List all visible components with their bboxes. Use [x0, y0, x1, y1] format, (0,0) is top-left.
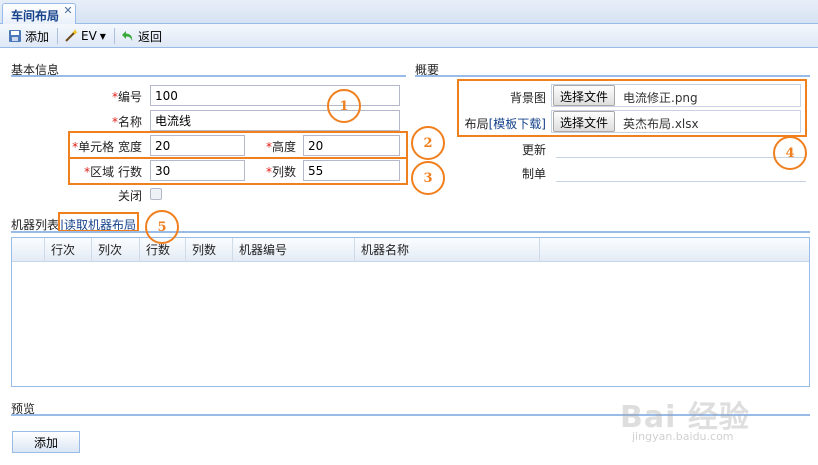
- back-button[interactable]: 返回: [121, 27, 162, 45]
- name-input[interactable]: [150, 110, 400, 131]
- wand-icon: [65, 29, 78, 42]
- tab-strip: 车间布局 ✕: [0, 0, 818, 24]
- tab-label: 车间布局: [11, 9, 60, 23]
- update-label: 更新: [521, 143, 546, 157]
- maker-field: [556, 181, 806, 182]
- grid-header-rownumber: [12, 238, 45, 262]
- grid-header: 行次 列次 行数 列数 机器编号 机器名称: [12, 238, 809, 262]
- annotation-circle-2: 2: [411, 126, 445, 160]
- baidu-watermark-url: jingyan.baidu.com: [632, 430, 734, 443]
- machine-grid: 行次 列次 行数 列数 机器编号 机器名称: [11, 237, 810, 387]
- annotation-box-4: [457, 79, 807, 137]
- grid-header-cell[interactable]: 行次: [45, 238, 92, 262]
- preview-add-button[interactable]: 添加: [12, 431, 80, 453]
- basic-info-divider: [11, 75, 406, 77]
- grid-header-cell[interactable]: 列数: [186, 238, 233, 262]
- back-arrow-icon: [122, 31, 133, 41]
- close-icon[interactable]: ✕: [62, 5, 74, 17]
- overview-divider: [415, 75, 810, 77]
- closed-label: 关闭: [117, 189, 142, 203]
- annotation-box-2: [68, 131, 408, 159]
- maker-label: 制单: [521, 167, 546, 181]
- annotation-circle-1: 1: [327, 89, 361, 123]
- toolbar-separator: [57, 28, 58, 44]
- save-icon: [9, 30, 21, 42]
- tab-workshop-layout[interactable]: 车间布局 ✕: [2, 3, 76, 24]
- code-input[interactable]: [150, 85, 400, 106]
- add-toolbar-button[interactable]: 添加: [8, 27, 49, 45]
- grid-header-cell[interactable]: 列次: [92, 238, 140, 262]
- closed-checkbox[interactable]: [150, 188, 162, 200]
- grid-header-cell[interactable]: 机器名称: [355, 238, 540, 262]
- chevron-down-icon: ▼: [99, 31, 106, 41]
- annotation-box-3: [68, 157, 408, 185]
- machine-list-divider: [11, 231, 810, 233]
- update-field: [556, 157, 806, 158]
- ev-menu-button[interactable]: EV ▼: [64, 27, 106, 45]
- annotation-circle-5: 5: [145, 210, 179, 244]
- annotation-circle-4: 4: [773, 136, 807, 170]
- toolbar-separator: [114, 28, 115, 44]
- annotation-circle-3: 3: [411, 161, 445, 195]
- name-label: *名称: [111, 115, 142, 129]
- toolbar: 添加 EV ▼ 返回: [0, 24, 818, 48]
- code-label: *编号: [111, 90, 142, 104]
- annotation-box-5: [58, 212, 139, 232]
- grid-header-cell[interactable]: 机器编号: [233, 238, 355, 262]
